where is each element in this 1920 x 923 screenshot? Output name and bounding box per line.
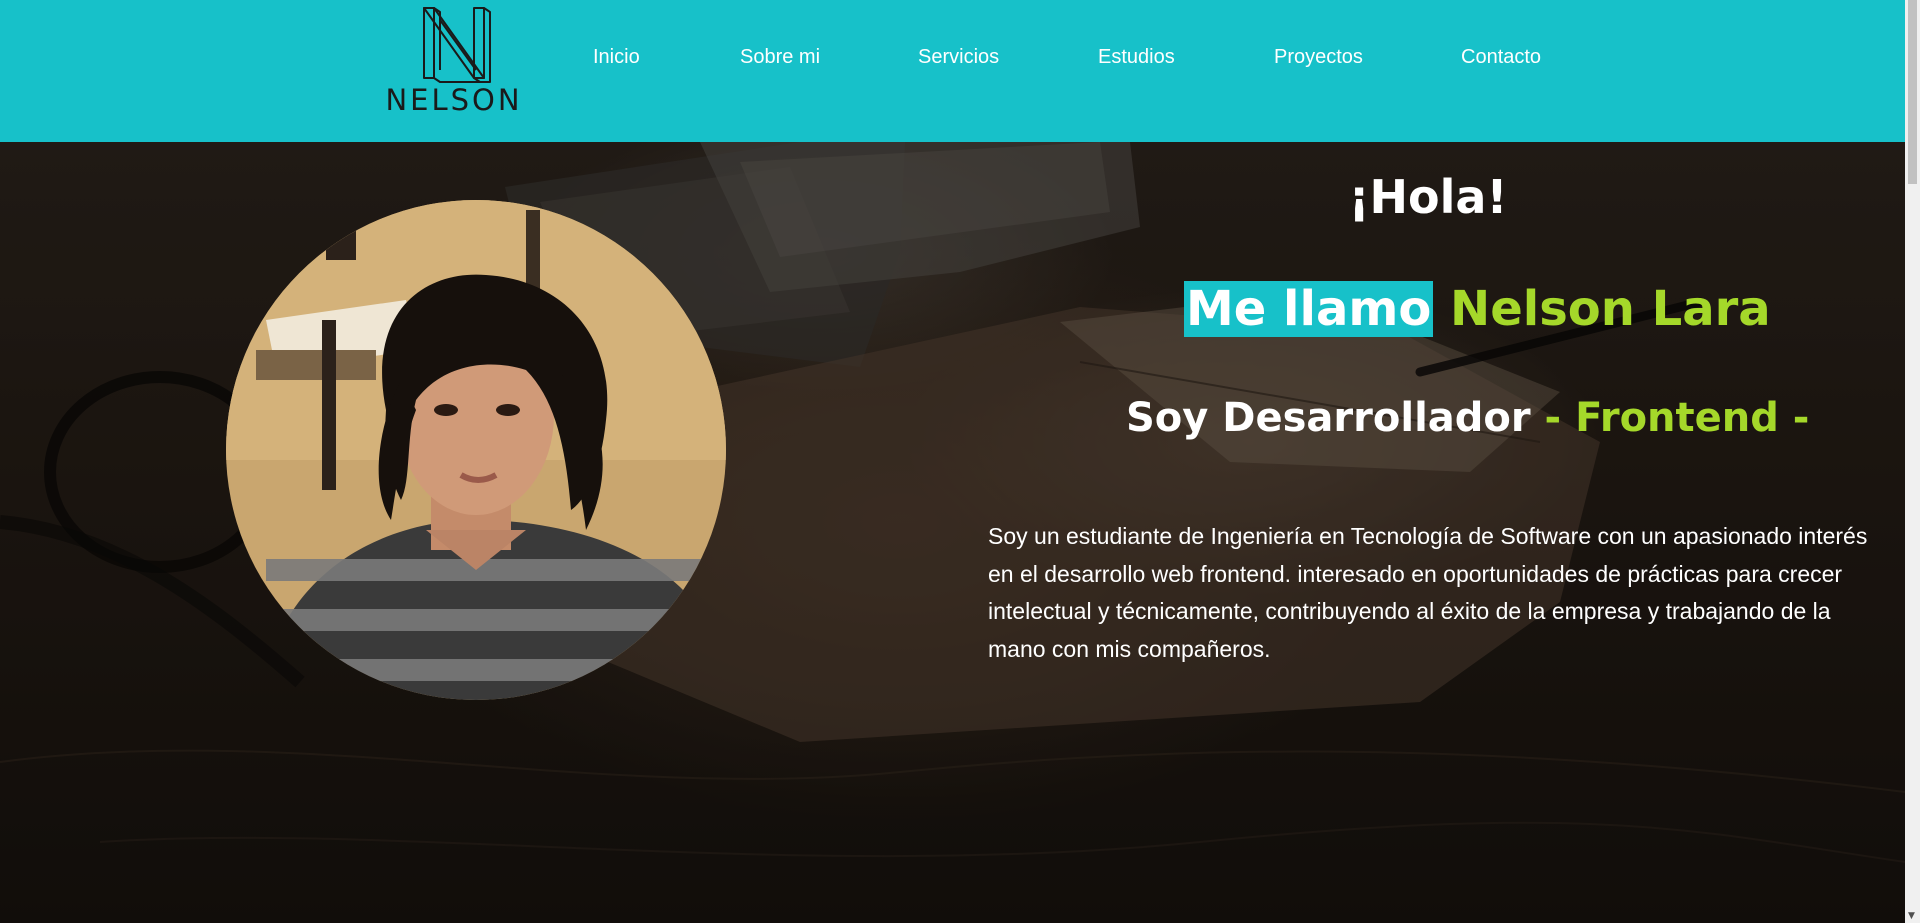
role-heading: Soy Desarrollador - Frontend - (1126, 394, 1809, 442)
greeting-heading: ¡Hola! (1348, 170, 1508, 224)
scrollbar-thumb[interactable] (1908, 0, 1917, 184)
main-nav: Inicio Sobre mi Servicios Estudios Proye… (0, 46, 1905, 76)
page-scrollbar[interactable]: ▼ (1905, 0, 1920, 923)
nav-item-servicios[interactable]: Servicios (918, 46, 999, 69)
role-value: - Frontend - (1544, 395, 1810, 441)
nav-item-sobre-mi[interactable]: Sobre mi (740, 46, 820, 69)
role-prefix: Soy Desarrollador (1126, 395, 1531, 441)
name-prefix: Me llamo (1184, 281, 1434, 337)
name-heading: Me llamo Nelson Lara (1184, 280, 1771, 338)
hero-section: ¡Hola! Me llamo Nelson Lara Soy Desarrol… (0, 142, 1905, 923)
name-value: Nelson Lara (1450, 281, 1771, 337)
bio-paragraph: Soy un estudiante de Ingeniería en Tecno… (988, 523, 1868, 662)
nav-item-inicio[interactable]: Inicio (593, 46, 640, 69)
navbar: NELSON Inicio Sobre mi Servicios Estudio… (0, 0, 1905, 142)
nav-item-contacto[interactable]: Contacto (1461, 46, 1541, 69)
brand-name: NELSON (385, 83, 523, 117)
nav-item-estudios[interactable]: Estudios (1098, 46, 1175, 69)
profile-photo (226, 200, 726, 700)
scroll-down-icon[interactable]: ▼ (1908, 911, 1915, 921)
nav-item-proyectos[interactable]: Proyectos (1274, 46, 1363, 69)
